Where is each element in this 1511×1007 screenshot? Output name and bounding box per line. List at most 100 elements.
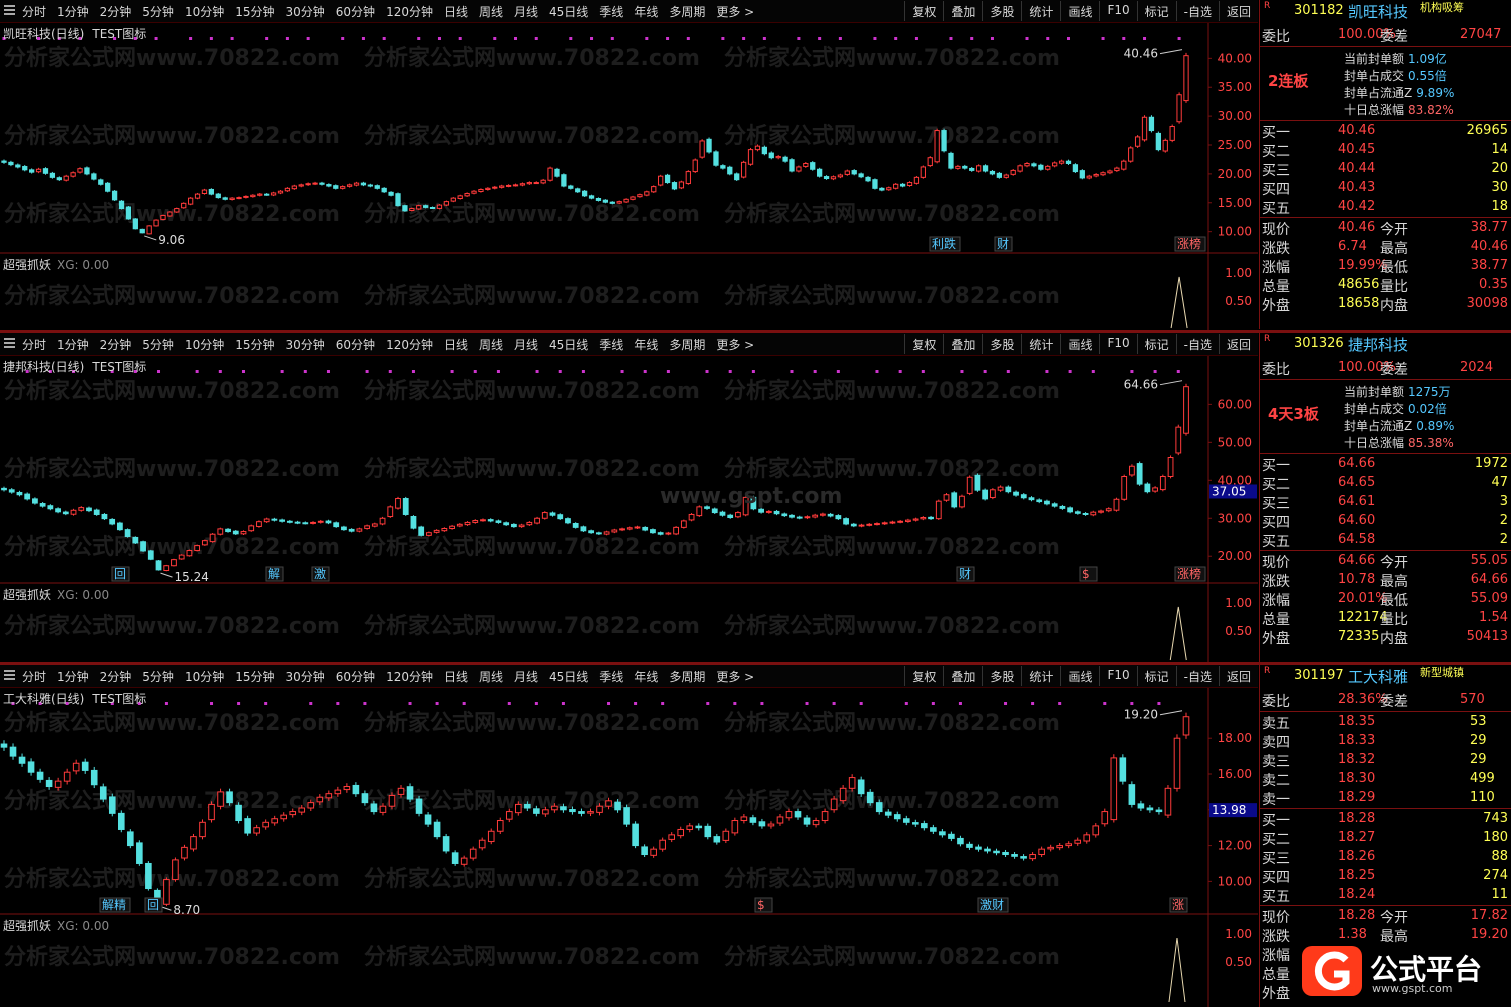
- indicator-name[interactable]: TEST图标: [92, 692, 146, 706]
- period-tab[interactable]: 多周期: [669, 670, 705, 684]
- indicator-name[interactable]: TEST图标: [92, 27, 146, 41]
- toolbar-button[interactable]: 复权: [904, 666, 943, 686]
- toolbar-button[interactable]: 返回: [1218, 334, 1258, 354]
- candle-down: [226, 791, 233, 804]
- toolbar-button[interactable]: F10: [1099, 334, 1136, 354]
- candle-up: [1056, 845, 1063, 849]
- toolbar-button[interactable]: -自选: [1175, 1, 1219, 21]
- candle-up: [747, 149, 754, 165]
- toolbar-button[interactable]: 复权: [904, 1, 943, 21]
- period-tab[interactable]: 1分钟: [57, 5, 89, 19]
- toolbar-button[interactable]: -自选: [1175, 334, 1219, 354]
- toolbar-button[interactable]: -自选: [1175, 666, 1219, 686]
- chart-panel-1: 分时 1分钟 2分钟 5分钟 10分钟 15分钟 30分钟 60分钟 120分钟 日线 周线 月线 45…: [0, 0, 1511, 330]
- period-tab[interactable]: 多周期: [669, 338, 705, 352]
- period-tab[interactable]: 年线: [634, 670, 658, 684]
- period-tab[interactable]: 季线: [599, 5, 623, 19]
- menu-icon[interactable]: [4, 4, 15, 16]
- period-tab[interactable]: 日线: [444, 338, 468, 352]
- period-tab[interactable]: 15分钟: [235, 670, 274, 684]
- period-tab[interactable]: 120分钟: [386, 338, 433, 352]
- stock-name[interactable]: 捷邦科技: [1348, 334, 1408, 355]
- period-tab[interactable]: 1分钟: [57, 338, 89, 352]
- candle-down: [1155, 809, 1163, 813]
- period-tab[interactable]: 10分钟: [185, 5, 224, 19]
- toolbar-button[interactable]: 统计: [1021, 1, 1060, 21]
- period-tab[interactable]: 60分钟: [336, 5, 375, 19]
- toolbar-button[interactable]: 叠加: [943, 334, 982, 354]
- menu-icon[interactable]: [4, 669, 15, 681]
- toolbar-button[interactable]: 叠加: [943, 666, 982, 686]
- period-tab[interactable]: 120分钟: [386, 5, 433, 19]
- period-tab[interactable]: 15分钟: [235, 338, 274, 352]
- candle-up: [1045, 165, 1051, 170]
- toolbar-button[interactable]: 标记: [1136, 334, 1176, 354]
- period-tab[interactable]: 120分钟: [386, 670, 433, 684]
- period-tab[interactable]: 分时: [22, 5, 46, 19]
- period-tab[interactable]: 周线: [479, 5, 503, 19]
- period-tab[interactable]: 周线: [479, 670, 503, 684]
- period-tab[interactable]: 1分钟: [57, 670, 89, 684]
- period-tab[interactable]: 2分钟: [100, 338, 132, 352]
- toolbar-button[interactable]: 标记: [1136, 1, 1176, 21]
- period-tab[interactable]: 更多 >: [716, 5, 754, 19]
- period-tab[interactable]: 日线: [444, 5, 468, 19]
- period-tab[interactable]: 45日线: [549, 338, 588, 352]
- toolbar-button[interactable]: 标记: [1136, 666, 1176, 686]
- period-tab[interactable]: 分时: [22, 670, 46, 684]
- menu-icon[interactable]: [4, 337, 15, 349]
- period-tab[interactable]: 日线: [444, 670, 468, 684]
- toolbar-button[interactable]: 统计: [1021, 334, 1060, 354]
- period-tab[interactable]: 60分钟: [336, 338, 375, 352]
- indicator-name[interactable]: TEST图标: [92, 360, 146, 374]
- event-label: 回: [114, 567, 126, 581]
- stock-name[interactable]: 工大科雅: [1348, 666, 1408, 687]
- toolbar-button[interactable]: 复权: [904, 334, 943, 354]
- period-tab[interactable]: 15分钟: [235, 5, 274, 19]
- sub-indicator-name[interactable]: 超强抓妖: [3, 588, 51, 602]
- toolbar-button[interactable]: 多股: [982, 334, 1021, 354]
- toolbar-button[interactable]: 返回: [1218, 666, 1258, 686]
- toolbar-button[interactable]: 返回: [1218, 1, 1258, 21]
- period-tab[interactable]: 2分钟: [100, 5, 132, 19]
- period-tab[interactable]: 45日线: [549, 5, 588, 19]
- signal-dot: [610, 37, 614, 40]
- period-tab[interactable]: 30分钟: [286, 338, 325, 352]
- toolbar-button[interactable]: 画线: [1060, 666, 1099, 686]
- period-tab[interactable]: 周线: [479, 338, 503, 352]
- toolbar-button[interactable]: 叠加: [943, 1, 982, 21]
- toolbar-button[interactable]: F10: [1099, 666, 1136, 686]
- toolbar-button[interactable]: 画线: [1060, 1, 1099, 21]
- period-tab[interactable]: 更多 >: [716, 338, 754, 352]
- stock-name[interactable]: 凯旺科技: [1348, 1, 1408, 22]
- period-tab[interactable]: 多周期: [669, 5, 705, 19]
- period-tab[interactable]: 5分钟: [142, 5, 174, 19]
- period-tab[interactable]: 季线: [599, 338, 623, 352]
- period-tab[interactable]: 月线: [514, 670, 538, 684]
- seal-value: 1.09亿: [1408, 52, 1447, 66]
- period-tab[interactable]: 5分钟: [142, 670, 174, 684]
- period-tab[interactable]: 更多 >: [716, 670, 754, 684]
- period-tab[interactable]: 45日线: [549, 670, 588, 684]
- period-tab[interactable]: 5分钟: [142, 338, 174, 352]
- period-tab[interactable]: 10分钟: [185, 670, 224, 684]
- period-tab[interactable]: 2分钟: [100, 670, 132, 684]
- period-tab[interactable]: 年线: [634, 5, 658, 19]
- period-tab[interactable]: 年线: [634, 338, 658, 352]
- sub-indicator-name[interactable]: 超强抓妖: [3, 919, 51, 933]
- period-tab[interactable]: 月线: [514, 5, 538, 19]
- period-tab[interactable]: 60分钟: [336, 670, 375, 684]
- period-tab[interactable]: 分时: [22, 338, 46, 352]
- period-tab[interactable]: 季线: [599, 670, 623, 684]
- period-tab[interactable]: 10分钟: [185, 338, 224, 352]
- period-tab[interactable]: 30分钟: [286, 5, 325, 19]
- toolbar-button[interactable]: 多股: [982, 666, 1021, 686]
- toolbar-button[interactable]: 多股: [982, 1, 1021, 21]
- period-tab[interactable]: 30分钟: [286, 670, 325, 684]
- toolbar-button[interactable]: 画线: [1060, 334, 1099, 354]
- toolbar-button[interactable]: 统计: [1021, 666, 1060, 686]
- period-tab[interactable]: 月线: [514, 338, 538, 352]
- candle-down: [264, 193, 270, 196]
- sub-indicator-name[interactable]: 超强抓妖: [3, 258, 51, 272]
- toolbar-button[interactable]: F10: [1099, 1, 1136, 21]
